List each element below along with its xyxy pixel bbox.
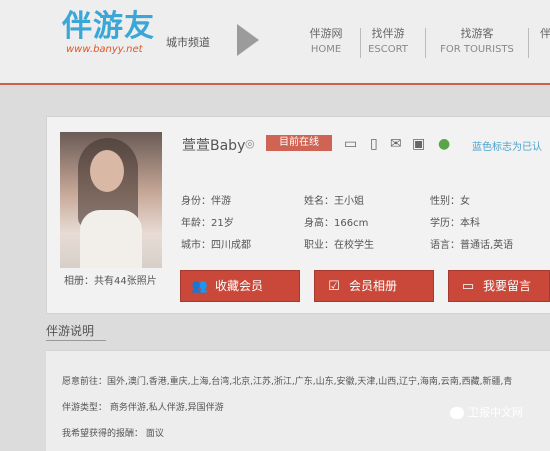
nav-tourists[interactable]: 找游客 FOR TOURISTS <box>436 26 518 62</box>
nav-partial-label: 伴 <box>540 27 550 40</box>
nav-tourists-sub: FOR TOURISTS <box>440 44 514 55</box>
nav-home-label: 伴游网 <box>309 27 343 40</box>
wish-places: 愿意前往：国外,澳门,香港,重庆,上海,台湾,北京,江苏,浙江,广东,山东,安徽… <box>62 377 513 387</box>
nav-tourists-label: 找游客 <box>460 27 494 40</box>
site-header: 伴游友 www.banyy.net 城市频道 伴游网 HOME 找伴游 ESCO… <box>0 0 550 85</box>
info-identity: 身份：伴游 <box>181 196 231 207</box>
nav-escort-label: 找伴游 <box>371 27 405 40</box>
leave-message-button[interactable]: ▭ 我要留言 <box>448 270 550 302</box>
nav-divider <box>528 28 529 58</box>
id-card-icon[interactable]: ▭ <box>344 136 357 152</box>
watermark: 卫报中文网 <box>450 404 523 420</box>
nav-escort[interactable]: 找伴游 ESCORT <box>364 26 412 62</box>
nav-divider <box>360 28 361 58</box>
favorite-member-button[interactable]: 👥 收藏会员 <box>180 270 300 302</box>
email-icon[interactable]: ✉ <box>390 136 402 152</box>
verified-mark-icon: ◎ <box>245 137 255 150</box>
logo-text: 伴游友 <box>62 9 155 44</box>
city-channel-link[interactable]: 城市频道 <box>166 34 210 50</box>
leave-message-label: 我要留言 <box>483 279 532 293</box>
nav-escort-sub: ESCORT <box>368 44 408 55</box>
info-city: 城市：四川成都 <box>181 240 251 251</box>
info-language: 语言：普通话,英语 <box>430 240 514 251</box>
section-underline <box>46 340 106 341</box>
arrow-right-icon <box>237 24 259 56</box>
online-status-badge: 目前在线 <box>266 135 332 151</box>
photo-dress <box>80 210 142 268</box>
album-count[interactable]: 相册：共有44张照片 <box>64 272 157 287</box>
section-title: 伴游说明 <box>46 324 95 338</box>
member-album-label: 会员相册 <box>349 279 398 293</box>
logo-url: www.banyy.net <box>66 44 143 55</box>
nav-home-sub: HOME <box>310 44 342 55</box>
expected-reward: 我希望获得的报酬： 面议 <box>62 429 164 439</box>
watermark-text: 卫报中文网 <box>468 406 523 419</box>
users-icon: 👥 <box>191 279 209 294</box>
nav-partial[interactable]: 伴 <box>540 26 550 62</box>
profile-name: 萱萱Baby <box>182 138 246 154</box>
info-height: 身高：166cm <box>304 218 369 229</box>
video-icon[interactable]: ▣ <box>412 136 425 152</box>
nav-home[interactable]: 伴游网 HOME <box>296 26 356 62</box>
info-gender: 性别：女 <box>430 196 470 207</box>
member-album-button[interactable]: ☑ 会员相册 <box>314 270 434 302</box>
profile-photo[interactable] <box>60 132 162 268</box>
wechat-logo-icon <box>450 407 464 419</box>
wechat-icon[interactable]: ● <box>438 136 450 152</box>
site-logo[interactable]: 伴游友 www.banyy.net <box>62 9 155 56</box>
checkbox-icon: ☑ <box>328 279 340 294</box>
favorite-member-label: 收藏会员 <box>215 279 264 293</box>
monitor-icon: ▭ <box>461 279 475 294</box>
info-occupation: 职业：在校学生 <box>304 240 374 251</box>
nav-divider <box>425 28 426 58</box>
escort-type: 伴游类型： 商务伴游,私人伴游,异国伴游 <box>62 403 224 413</box>
info-name: 姓名：王小姐 <box>304 196 364 207</box>
phone-icon[interactable]: ▯ <box>370 136 378 152</box>
info-age: 年龄：21岁 <box>181 218 234 229</box>
verification-legend: 蓝色标志为已认 <box>472 142 542 153</box>
photo-face <box>90 150 124 192</box>
info-education: 学历：本科 <box>430 218 480 229</box>
